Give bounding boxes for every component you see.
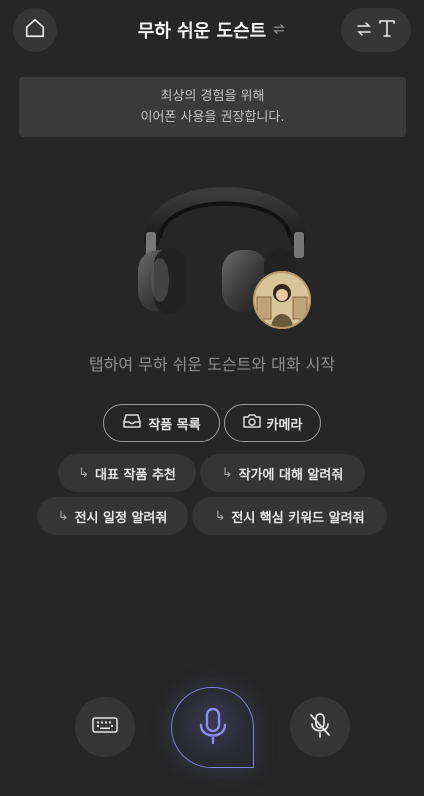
- tap-to-start-prompt[interactable]: 탭하여 무하 쉬운 도슨트와 대화 시작: [0, 351, 424, 375]
- swap-arrows-icon: [356, 21, 372, 40]
- suggestion-label: 전시 일정 알려줘: [74, 510, 168, 526]
- camera-label: 카메라: [266, 417, 303, 433]
- suggestion-chip[interactable]: ↳ 대표 작품 추천: [58, 454, 196, 492]
- swap-icon[interactable]: [272, 21, 286, 40]
- microphone-off-icon: [308, 711, 332, 743]
- notice-line-2: 이어폰 사용을 권장합니다.: [140, 110, 285, 125]
- reply-arrow-icon: ↳: [57, 508, 69, 524]
- microphone-icon: [196, 706, 230, 750]
- keyboard-button[interactable]: [75, 697, 135, 757]
- reply-arrow-icon: ↳: [214, 508, 226, 524]
- page-title: 무하 쉬운 도슨트: [137, 21, 267, 42]
- notice-line-1: 최상의 경험을 위해: [160, 89, 265, 104]
- camera-button[interactable]: 카메라: [224, 404, 321, 442]
- suggestion-chip[interactable]: ↳ 전시 핵심 키워드 알려줘: [192, 497, 387, 535]
- suggestion-label: 대표 작품 추천: [95, 467, 176, 483]
- keyboard-icon: [92, 715, 118, 739]
- reply-arrow-icon: ↳: [221, 465, 233, 481]
- artwork-list-label: 작품 목록: [148, 417, 201, 433]
- voice-input-button[interactable]: [171, 687, 254, 768]
- suggestion-chip[interactable]: ↳ 작가에 대해 알려줘: [200, 454, 365, 492]
- camera-icon: [242, 413, 261, 433]
- suggestion-label: 작가에 대해 알려줘: [238, 467, 344, 483]
- reply-arrow-icon: ↳: [78, 465, 90, 481]
- suggestion-chip[interactable]: ↳ 전시 일정 알려줘: [37, 497, 188, 535]
- mute-button[interactable]: [290, 697, 350, 757]
- text-mode-icon: [378, 18, 396, 42]
- earphone-notice: 최상의 경험을 위해 이어폰 사용을 권장합니다.: [19, 77, 406, 137]
- docent-avatar: [253, 271, 311, 329]
- text-mode-button[interactable]: [341, 8, 411, 52]
- artwork-list-button[interactable]: 작품 목록: [103, 404, 220, 442]
- inbox-icon: [122, 413, 142, 433]
- suggestion-label: 전시 핵심 키워드 알려줘: [231, 510, 365, 526]
